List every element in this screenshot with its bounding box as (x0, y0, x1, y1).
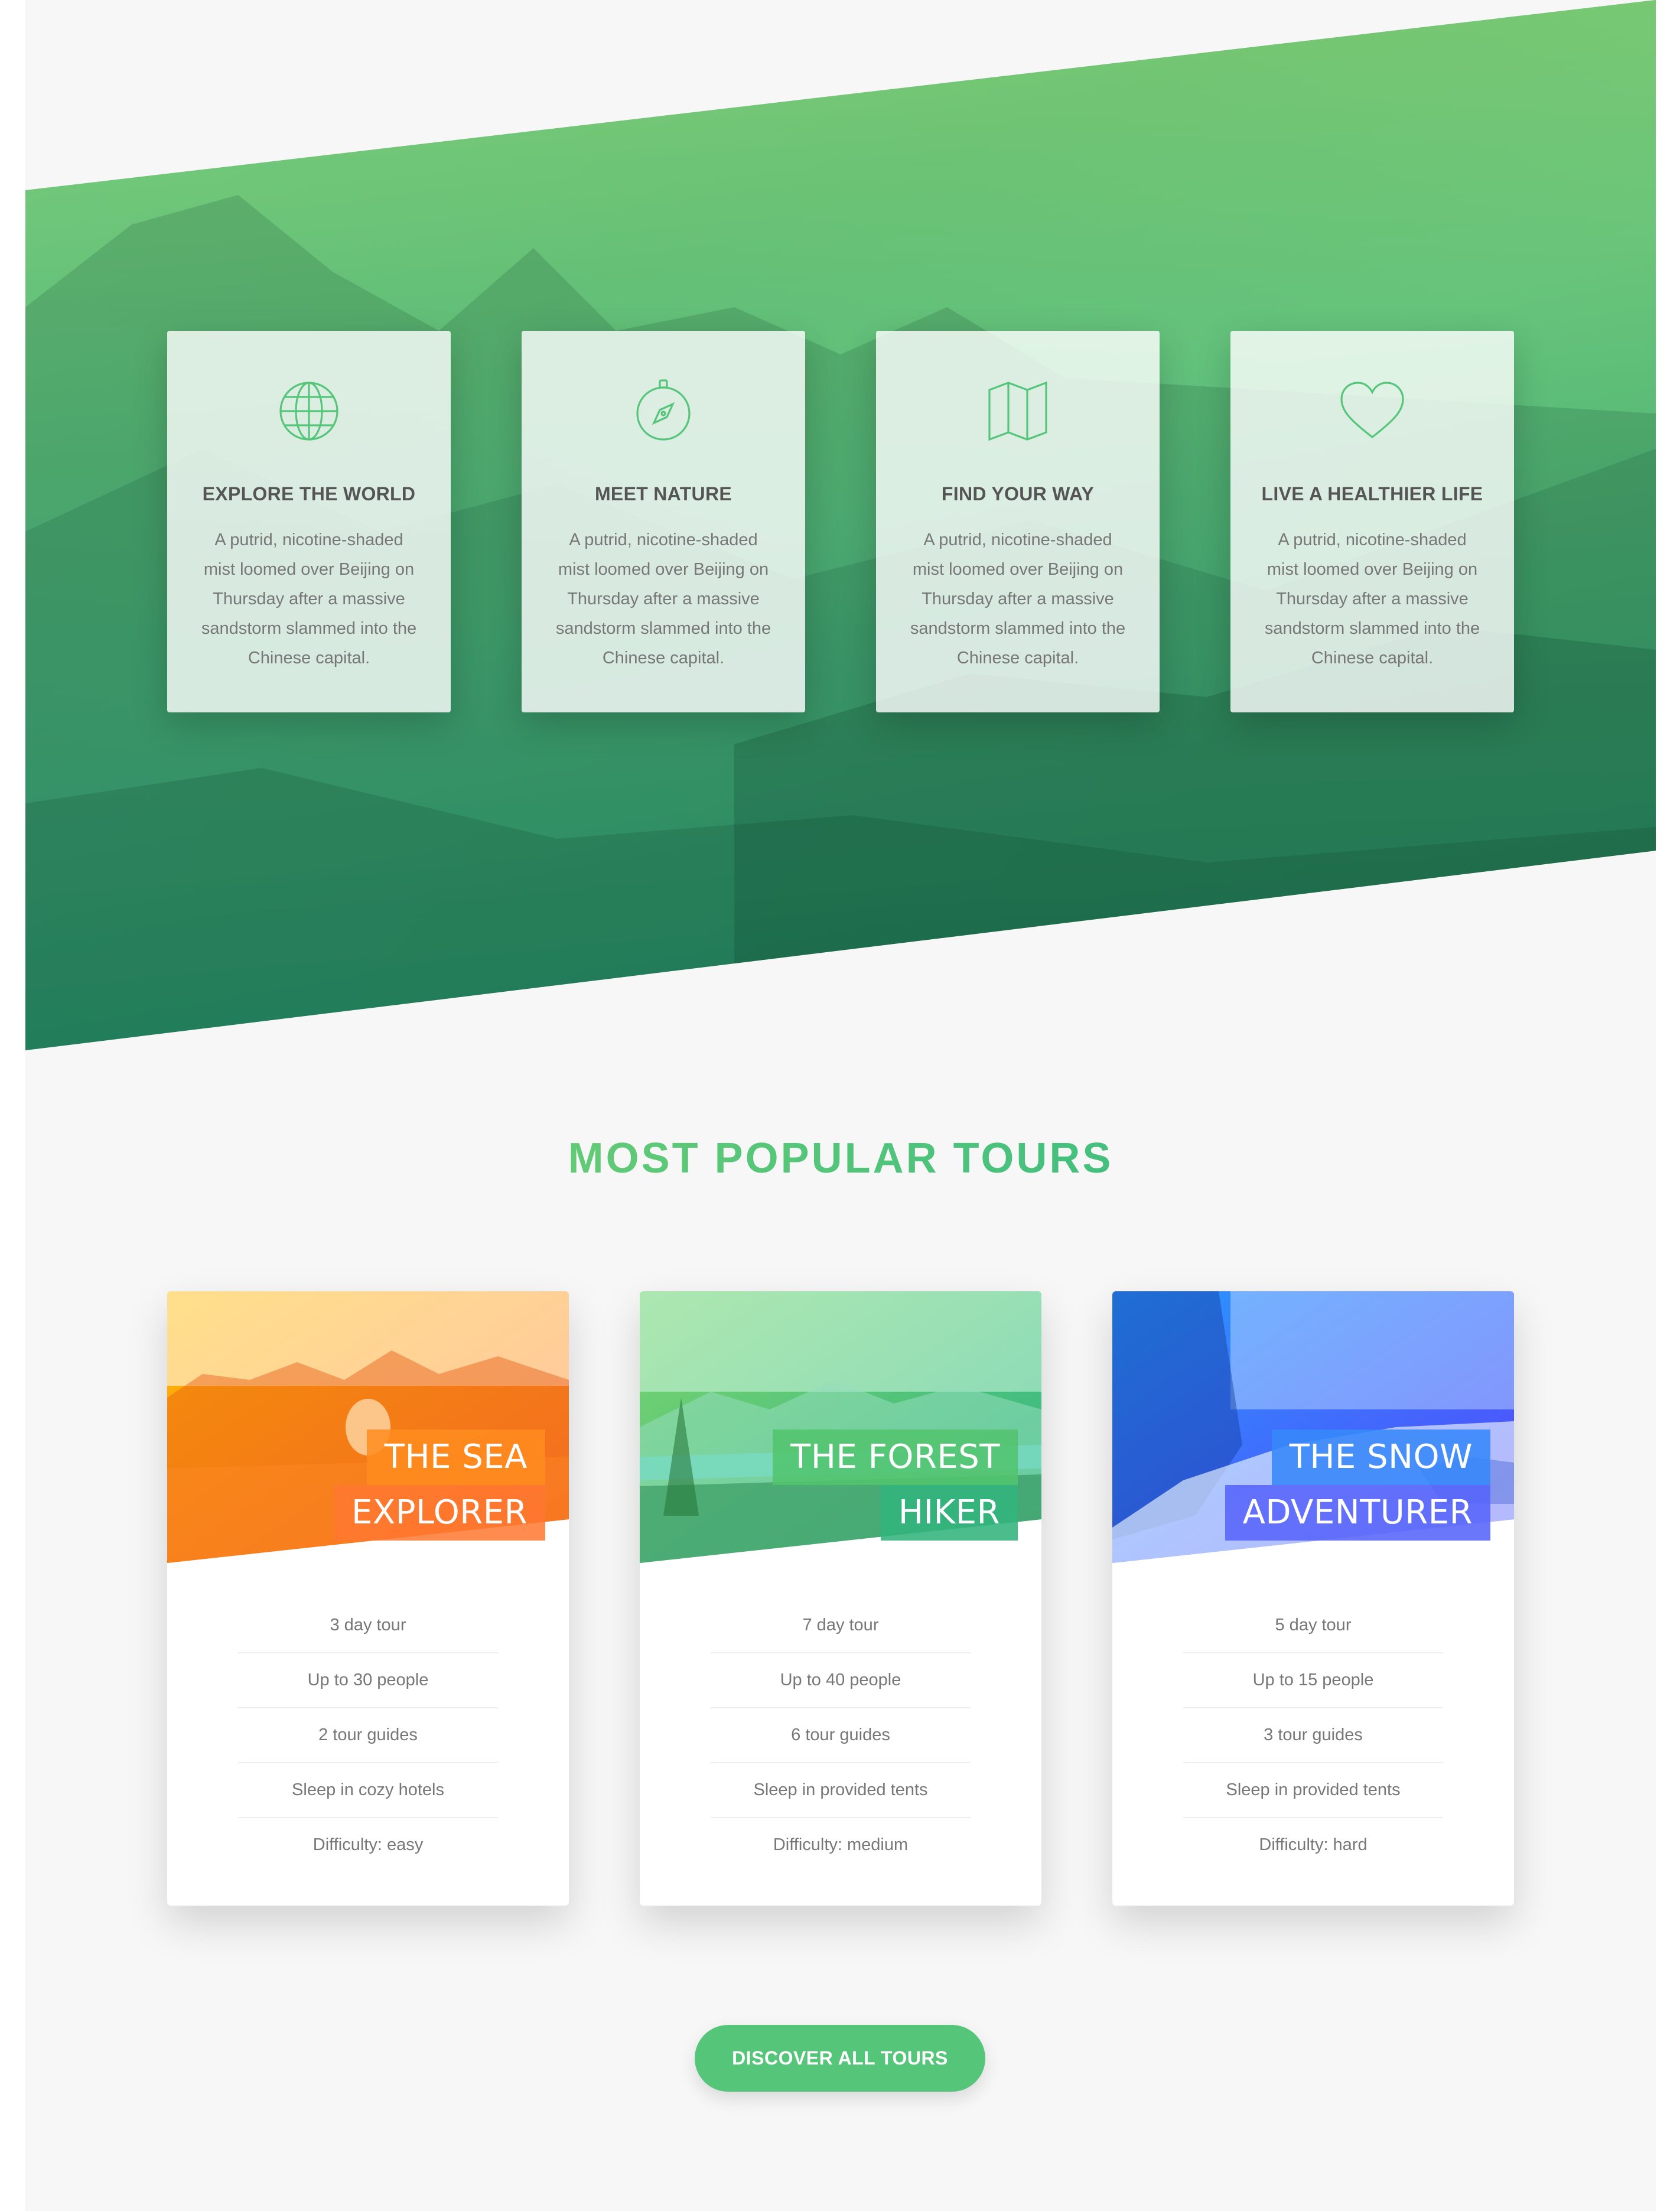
tour-details-list: 3 day tour Up to 30 people 2 tour guides… (238, 1598, 498, 1872)
feature-box-healthier: LIVE A HEALTHIER LIFE A putrid, nicotine… (1230, 331, 1514, 712)
tour-details-list: 5 day tour Up to 15 people 3 tour guides… (1183, 1598, 1443, 1872)
tour-detail: Up to 40 people (711, 1653, 971, 1708)
discover-all-tours-button[interactable]: DISCOVER ALL TOURS (695, 2025, 985, 2092)
features-section: EXPLORE THE WORLD A putrid, nicotine-sha… (25, 0, 1656, 1050)
page: EXPLORE THE WORLD A putrid, nicotine-sha… (25, 0, 1656, 2211)
tour-heading-line1: THE SEA (366, 1430, 545, 1485)
tour-card-snow-adventurer[interactable]: THE SNOW ADVENTURER 5 day tour Up to 15 … (1112, 1291, 1514, 1906)
tour-detail: Difficulty: easy (312, 1835, 424, 1854)
tour-detail: Sleep in provided tents (1183, 1763, 1443, 1818)
tour-heading-line2: EXPLORER (334, 1485, 545, 1541)
feature-text: A putrid, nicotine-shaded mist loomed ov… (555, 530, 771, 667)
feature-box-way: FIND YOUR WAY A putrid, nicotine-shaded … (876, 331, 1160, 712)
feature-box-explore: EXPLORE THE WORLD A putrid, nicotine-sha… (167, 331, 451, 712)
tour-detail: 3 day tour (238, 1598, 498, 1653)
tour-detail: 3 tour guides (1183, 1708, 1443, 1763)
feature-title: LIVE A HEALTHIER LIFE (1261, 483, 1483, 504)
tour-detail: Up to 30 people (238, 1653, 498, 1708)
tour-heading-line2: HIKER (880, 1485, 1018, 1541)
heart-icon (1340, 382, 1404, 439)
tour-detail: 2 tour guides (238, 1708, 498, 1763)
feature-title: MEET NATURE (594, 483, 732, 504)
map-icon (988, 381, 1047, 441)
tour-detail: 7 day tour (711, 1598, 971, 1653)
feature-title: EXPLORE THE WORLD (202, 483, 416, 504)
tour-detail: Difficulty: hard (1259, 1835, 1368, 1854)
tour-heading-line1: THE FOREST (773, 1430, 1018, 1485)
tour-detail: Difficulty: medium (773, 1835, 909, 1854)
tour-heading: THE SEA EXPLORER (334, 1430, 545, 1541)
tour-card-forest-hiker[interactable]: THE FOREST HIKER 7 day tour Up to 40 peo… (640, 1291, 1041, 1906)
feature-box-nature: MEET NATURE A putrid, nicotine-shaded mi… (522, 331, 805, 712)
feature-text: A putrid, nicotine-shaded mist loomed ov… (1264, 530, 1480, 667)
feature-text: A putrid, nicotine-shaded mist loomed ov… (201, 530, 417, 667)
tour-card-sea-explorer[interactable]: THE SEA EXPLORER 3 day tour Up to 30 peo… (167, 1291, 569, 1906)
tour-heading-line2: ADVENTURER (1225, 1485, 1490, 1541)
tour-details-list: 7 day tour Up to 40 people 6 tour guides… (711, 1598, 971, 1872)
tour-detail: Up to 15 people (1183, 1653, 1443, 1708)
tour-detail: Sleep in cozy hotels (238, 1763, 498, 1818)
tour-heading: THE SNOW ADVENTURER (1225, 1430, 1490, 1541)
tour-heading-line1: THE SNOW (1271, 1430, 1490, 1485)
tour-detail: 5 day tour (1183, 1598, 1443, 1653)
tour-detail: 6 tour guides (711, 1708, 971, 1763)
section-title: MOST POPULAR TOURS (25, 1134, 1656, 1183)
tour-detail: Sleep in provided tents (711, 1763, 971, 1818)
globe-icon (279, 382, 338, 441)
feature-text: A putrid, nicotine-shaded mist loomed ov… (910, 530, 1126, 667)
feature-title: FIND YOUR WAY (941, 483, 1095, 504)
tour-heading: THE FOREST HIKER (773, 1430, 1018, 1541)
compass-icon (636, 379, 691, 441)
